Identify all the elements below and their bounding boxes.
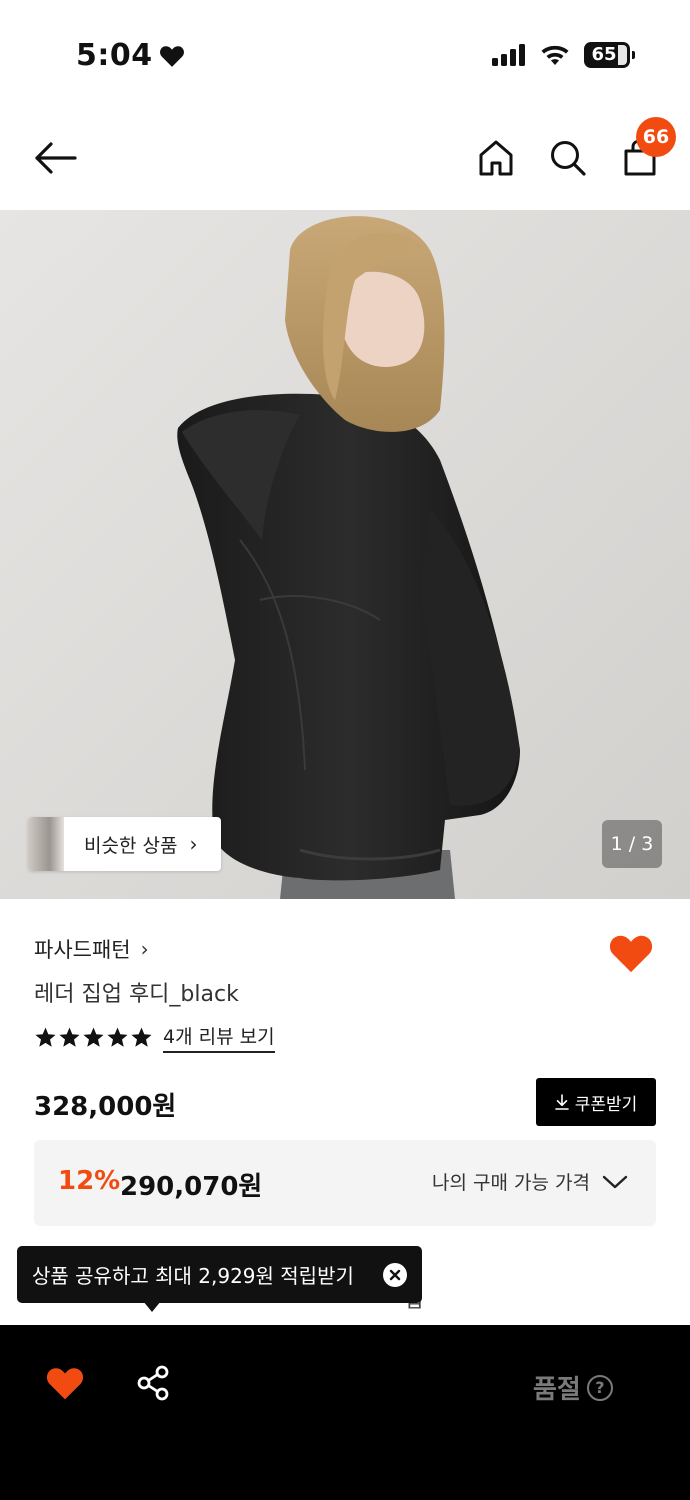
star-icon bbox=[107, 1027, 128, 1047]
similar-products-button[interactable]: 비슷한 상품 › bbox=[28, 817, 221, 871]
rating-row: 4개 리뷰 보기 bbox=[34, 1022, 275, 1053]
status-time: 5:04 bbox=[76, 38, 185, 73]
tooltip-close-button[interactable] bbox=[383, 1263, 407, 1287]
download-icon bbox=[554, 1094, 569, 1110]
chevron-right-icon: › bbox=[140, 937, 149, 961]
soldout-status: 품절 ? bbox=[533, 1369, 613, 1406]
top-nav bbox=[0, 110, 690, 210]
search-icon bbox=[551, 141, 586, 176]
arrow-left-icon bbox=[35, 142, 77, 174]
status-indicators: 65 bbox=[492, 42, 635, 68]
bottom-wishlist-button[interactable] bbox=[45, 1365, 85, 1403]
tooltip-arrow bbox=[143, 1301, 161, 1312]
similar-product-thumbnail bbox=[28, 817, 64, 871]
status-time-text: 5:04 bbox=[76, 38, 153, 73]
wishlist-button[interactable] bbox=[608, 932, 654, 976]
my-price-label: 나의 구매 가능 가격 bbox=[432, 1172, 590, 1194]
product-image[interactable] bbox=[0, 210, 690, 899]
coupon-button[interactable]: 쿠폰받기 bbox=[536, 1078, 656, 1126]
wifi-icon bbox=[541, 45, 569, 65]
my-price-toggle[interactable]: 나의 구매 가능 가격 bbox=[432, 1168, 628, 1195]
chevron-right-icon: › bbox=[189, 832, 198, 856]
search-button[interactable] bbox=[540, 130, 596, 186]
back-button[interactable] bbox=[27, 130, 83, 186]
share-reward-tooltip: 상품 공유하고 최대 2,929원 적립받기 bbox=[17, 1246, 422, 1303]
close-icon bbox=[389, 1269, 401, 1281]
battery-icon: 65 bbox=[584, 42, 635, 68]
battery-level: 65 bbox=[591, 44, 617, 65]
star-icon bbox=[83, 1027, 104, 1047]
product-name: 레더 집업 후디_black bbox=[34, 982, 239, 1007]
similar-products-label: 비슷한 상품 bbox=[84, 834, 178, 857]
help-icon[interactable]: ? bbox=[586, 1374, 613, 1401]
brand-link[interactable]: 파사드패턴 › bbox=[34, 934, 149, 964]
cart-count-badge: 66 bbox=[636, 117, 676, 157]
soldout-label: 품절 bbox=[533, 1375, 581, 1405]
heart-status-icon bbox=[159, 45, 184, 67]
share-icon bbox=[137, 1365, 169, 1401]
home-button[interactable] bbox=[468, 130, 524, 186]
home-icon bbox=[479, 140, 513, 176]
discount-price: 290,070원 bbox=[120, 1172, 263, 1202]
rating-stars bbox=[34, 1026, 153, 1049]
tooltip-text: 상품 공유하고 최대 2,929원 적립받기 bbox=[32, 1264, 354, 1288]
image-counter: 1 / 3 bbox=[602, 820, 662, 868]
star-icon bbox=[59, 1027, 80, 1047]
star-icon bbox=[131, 1027, 152, 1047]
product-photo bbox=[0, 210, 690, 899]
bottom-action-bar: 품절 ? bbox=[0, 1325, 690, 1500]
share-button[interactable] bbox=[136, 1365, 172, 1401]
chevron-down-icon bbox=[602, 1175, 628, 1188]
signal-icon bbox=[492, 44, 525, 66]
discount-percent: 12% bbox=[58, 1166, 121, 1196]
brand-name: 파사드패턴 bbox=[34, 938, 131, 962]
original-price: 328,000원 bbox=[34, 1092, 177, 1122]
coupon-label: 쿠폰받기 bbox=[574, 1094, 638, 1115]
heart-filled-icon bbox=[46, 1368, 84, 1400]
status-bar: 5:04 65 bbox=[0, 0, 690, 110]
heart-filled-icon bbox=[609, 935, 653, 973]
star-icon bbox=[35, 1027, 56, 1047]
discount-price-box: 12% 290,070원 나의 구매 가능 가격 bbox=[34, 1140, 656, 1226]
review-link[interactable]: 4개 리뷰 보기 bbox=[163, 1022, 275, 1053]
